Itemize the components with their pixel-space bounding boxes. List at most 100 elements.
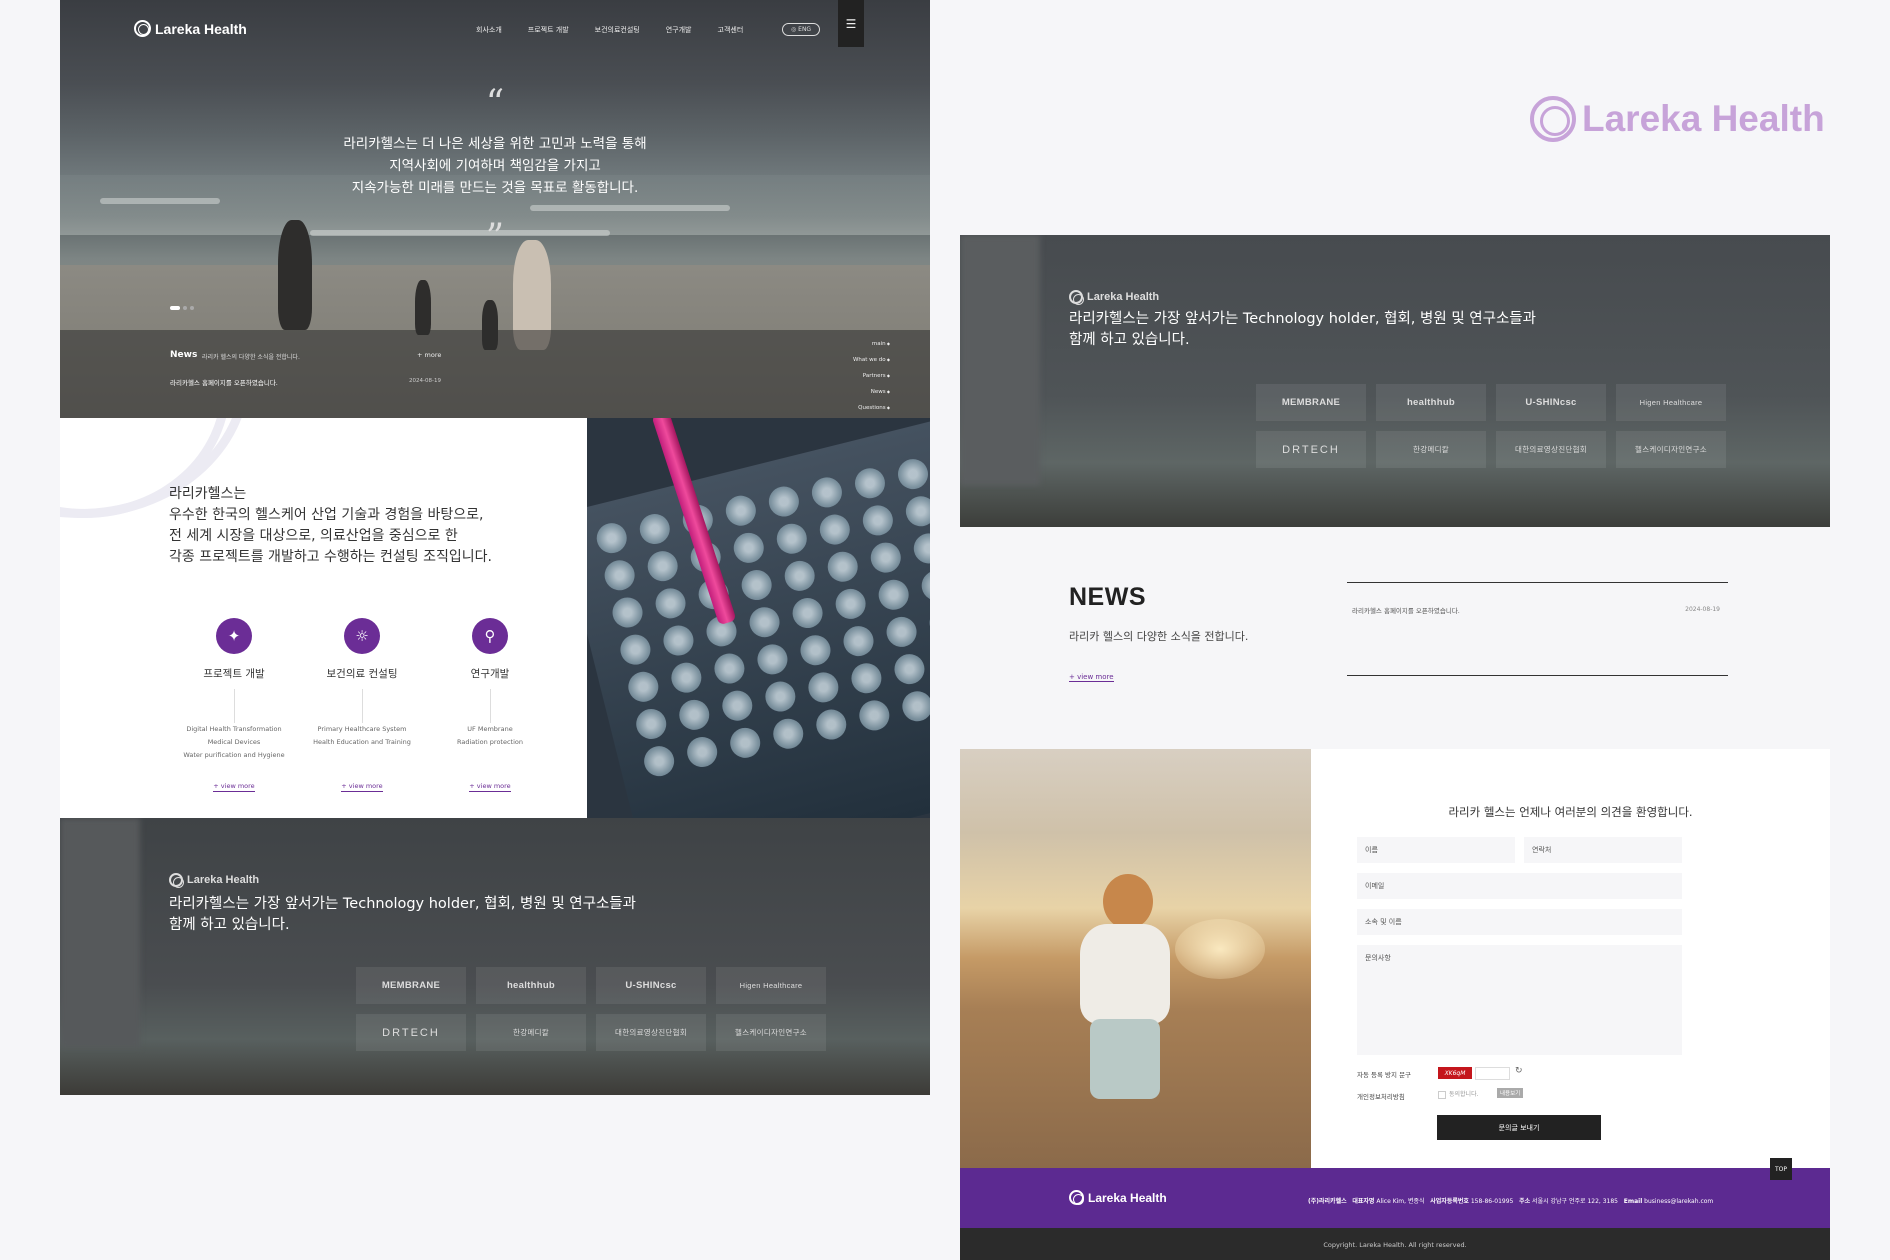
partners-statement: 라리카헬스는 가장 앞서가는 Technology holder, 협회, 병원…: [1069, 311, 1536, 348]
nav-item-support[interactable]: 고객센터: [718, 25, 744, 35]
research-icon: ⚲: [472, 618, 508, 654]
logo-ring-icon: [1530, 96, 1576, 142]
quote-open-icon: “: [485, 83, 505, 124]
logo-ring-icon: [134, 20, 151, 37]
brand-logo-large: Lareka Health: [1530, 96, 1825, 142]
partner-logo[interactable]: healthhub: [476, 967, 586, 1004]
main-menu: 회사소개 프로젝트 개발 보건의료컨설팅 연구개발 고객센터: [476, 25, 743, 35]
captcha-image: XK6qM: [1438, 1067, 1472, 1079]
partner-logo[interactable]: U-SHINcsc: [1496, 384, 1606, 421]
logo-ring-icon: [169, 873, 184, 888]
news-label: News: [170, 350, 198, 360]
company-info: (주)라리카헬스 대표자명 Alice Kim, 변종식 사업자등록번호 158…: [1308, 1198, 1714, 1205]
partner-logo[interactable]: 헬스케이디자인연구소: [716, 1014, 826, 1051]
news-section: NEWS 라리카 헬스의 다양한 소식을 전합니다. + view more 라…: [960, 527, 1830, 749]
section-link-main[interactable]: main: [760, 336, 890, 352]
privacy-label: 개인정보처리방침: [1357, 1093, 1405, 1101]
partner-logo[interactable]: MEMBRANE: [1256, 384, 1366, 421]
blurred-figure: [960, 235, 1040, 485]
sun-glow: [1175, 919, 1265, 979]
divider: [361, 689, 363, 723]
organization-field[interactable]: 소속 및 이름: [1357, 909, 1682, 935]
partners-logo: Lareka Health: [169, 873, 259, 888]
homepage-preview-left: Lareka Health 회사소개 프로젝트 개발 보건의료컨설팅 연구개발 …: [60, 0, 930, 1095]
news-date: 2024-08-19: [409, 378, 441, 384]
nav-item-project[interactable]: 프로젝트 개발: [528, 25, 569, 35]
slide-dot[interactable]: [170, 306, 180, 310]
top-navigation: Lareka Health 회사소개 프로젝트 개발 보건의료컨설팅 연구개발 …: [60, 0, 930, 48]
section-link-partners[interactable]: Partners: [760, 368, 890, 384]
child-legs: [1090, 1019, 1160, 1099]
partners-section: Lareka Health 라리카헬스는 가장 앞서가는 Technology …: [960, 235, 1830, 527]
nav-item-company[interactable]: 회사소개: [476, 25, 502, 35]
captcha-input[interactable]: [1475, 1067, 1510, 1080]
partner-logo-grid: MEMBRANE healthhub U-SHINcsc Higen Healt…: [1256, 384, 1726, 468]
partner-logo[interactable]: 대한의료영상진단협회: [1496, 431, 1606, 468]
more-link[interactable]: + more: [417, 351, 441, 359]
news-item[interactable]: 라리카헬스 홈페이지를 오픈하였습니다.: [170, 377, 278, 387]
news-description: 라리카 헬스의 다양한 소식을 전합니다.: [202, 354, 300, 361]
refresh-icon[interactable]: ↻: [1515, 1066, 1523, 1076]
child-body: [1080, 924, 1170, 1024]
view-more-link[interactable]: + view more: [341, 782, 383, 792]
partner-logo[interactable]: DRTECH: [1256, 431, 1366, 468]
news-subtitle: 라리카 헬스의 다양한 소식을 전합니다.: [1069, 630, 1249, 643]
email-link[interactable]: business@larekah.com: [1644, 1198, 1713, 1205]
service-card-research: ⚲ 연구개발 UF Membrane Radiation protection …: [425, 618, 555, 792]
partner-logo[interactable]: U-SHINcsc: [596, 967, 706, 1004]
partner-logo[interactable]: 헬스케이디자인연구소: [1616, 431, 1726, 468]
news-heading: NEWS: [1069, 583, 1146, 611]
submit-button[interactable]: 문의글 보내기: [1437, 1115, 1601, 1140]
logo-ring-icon: [1069, 290, 1084, 305]
footer: TOP Lareka Health (주)라리카헬스 대표자명 Alice Ki…: [960, 1158, 1830, 1228]
partner-logo[interactable]: Higen Healthcare: [1616, 384, 1726, 421]
section-link-what-we-do[interactable]: What we do: [760, 352, 890, 368]
hero-section: Lareka Health 회사소개 프로젝트 개발 보건의료컨설팅 연구개발 …: [60, 0, 930, 418]
logo-ring-icon: [1069, 1190, 1084, 1205]
email-field[interactable]: 이메일: [1357, 873, 1682, 899]
phone-field[interactable]: 연락처: [1524, 837, 1682, 863]
news-list: 라리카헬스 홈페이지를 오픈하였습니다. 2024-08-19: [1347, 582, 1728, 676]
partner-logo[interactable]: 한강메디칼: [1376, 431, 1486, 468]
about-section: 라리카헬스는 우수한 한국의 헬스케어 산업 기술과 경험을 바탕으로, 전 세…: [60, 418, 930, 818]
section-link-questions[interactable]: Questions: [760, 400, 890, 416]
contact-title: 라리카 헬스는 언제나 여러분의 의견을 환영합니다.: [1448, 805, 1693, 819]
privacy-view-button[interactable]: 내용보기: [1497, 1088, 1524, 1098]
view-more-link[interactable]: + view more: [469, 782, 511, 792]
view-more-link[interactable]: + view more: [1069, 673, 1114, 682]
scroll-top-button[interactable]: TOP: [1770, 1158, 1792, 1180]
quote-close-icon: ”: [485, 217, 505, 258]
hamburger-icon[interactable]: ☰: [838, 0, 864, 47]
about-intro: 라리카헬스는 우수한 한국의 헬스케어 산업 기술과 경험을 바탕으로, 전 세…: [169, 486, 492, 565]
partner-logo[interactable]: 대한의료영상진단협회: [596, 1014, 706, 1051]
partner-logo[interactable]: DRTECH: [356, 1014, 466, 1051]
hands-care-icon: ✦: [216, 618, 252, 654]
partner-logo[interactable]: healthhub: [1376, 384, 1486, 421]
service-card-project: ✦ 프로젝트 개발 Digital Health Transformation …: [169, 618, 299, 792]
partner-logo[interactable]: Higen Healthcare: [716, 967, 826, 1004]
nav-item-consulting[interactable]: 보건의료컨설팅: [595, 25, 640, 35]
hero-statement: 라리카헬스는 더 나은 세상을 위한 고민과 노력을 통해 지역사회에 기여하며…: [343, 136, 647, 196]
view-more-link[interactable]: + view more: [213, 782, 255, 792]
news-item[interactable]: 라리카헬스 홈페이지를 오픈하였습니다.: [1352, 605, 1460, 615]
footer-logo: Lareka Health: [1069, 1190, 1167, 1205]
copyright: Copyright. Lareka Health. All right rese…: [960, 1228, 1830, 1260]
captcha-label: 자동 등록 방지 문구: [1357, 1071, 1412, 1079]
partner-logo[interactable]: 한강메디칼: [476, 1014, 586, 1051]
lab-tubes-image: [587, 418, 930, 818]
nav-item-research[interactable]: 연구개발: [666, 25, 692, 35]
partner-logo[interactable]: MEMBRANE: [356, 967, 466, 1004]
divider: [233, 689, 235, 723]
partner-logo-grid: MEMBRANE healthhub U-SHINcsc Higen Healt…: [356, 967, 826, 1051]
agree-checkbox[interactable]: 동의합니다.: [1438, 1089, 1479, 1099]
language-button[interactable]: ◎ ENG: [782, 23, 821, 36]
name-field[interactable]: 이름: [1357, 837, 1515, 863]
message-textarea[interactable]: 문의사항: [1357, 945, 1682, 1055]
service-card-consulting: ☼ 보건의료 컨설팅 Primary Healthcare System Hea…: [297, 618, 427, 792]
divider: [489, 689, 491, 723]
slide-dot[interactable]: [190, 306, 194, 310]
slider-dots: [170, 306, 194, 310]
slide-dot[interactable]: [183, 306, 187, 310]
section-link-news[interactable]: News: [760, 384, 890, 400]
site-logo[interactable]: Lareka Health: [134, 20, 247, 37]
